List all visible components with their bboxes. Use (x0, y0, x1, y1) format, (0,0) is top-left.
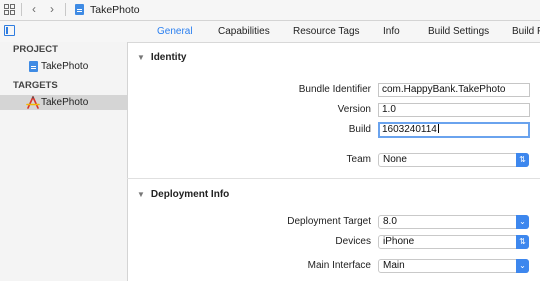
target-item-label: TakePhoto (41, 97, 89, 108)
devices-popup[interactable]: iPhone ⇅ (378, 235, 529, 249)
identity-header-label: Identity (150, 52, 187, 63)
back-arrow-icon[interactable]: ‹ (28, 3, 40, 16)
team-popup[interactable]: None ⇅ (378, 153, 529, 167)
build-field[interactable]: 1603240114 (378, 122, 530, 138)
build-field-value: 1603240114 (382, 124, 437, 135)
bundle-identifier-field[interactable]: com.HappyBank.TakePhoto (378, 83, 530, 97)
project-section-header: PROJECT (13, 44, 58, 55)
bundle-identifier-label: Bundle Identifier (298, 84, 371, 95)
project-navigator: PROJECT TakePhoto TARGETS TakePhoto (0, 42, 128, 281)
main-interface-value: Main (383, 260, 405, 271)
chevron-down-icon[interactable]: ⌄ (516, 259, 529, 273)
build-label: Build (348, 124, 371, 135)
app-target-icon (26, 96, 40, 109)
disclosure-triangle-icon[interactable]: ▼ (137, 52, 145, 64)
target-item[interactable]: TakePhoto (0, 95, 127, 110)
team-label: Team (346, 154, 371, 165)
jump-bar-divider (21, 3, 22, 16)
devices-popup-value: iPhone (383, 236, 415, 247)
deployment-target-label: Deployment Target (287, 216, 371, 227)
project-item-label: TakePhoto (41, 61, 89, 72)
project-file-icon (29, 61, 38, 72)
sidebar-toggle-icon[interactable] (4, 25, 15, 36)
main-interface-combobox[interactable]: Main ⌄ (378, 259, 529, 273)
text-caret (437, 124, 439, 133)
project-file-icon (75, 4, 85, 16)
version-label: Version (337, 104, 371, 115)
editor-tab-bar: General Capabilities Resource Tags Info … (0, 21, 540, 43)
deployment-info-header-label: Deployment Info (150, 189, 230, 200)
disclosure-triangle-icon[interactable]: ▼ (137, 189, 145, 201)
project-item[interactable]: TakePhoto (0, 59, 127, 74)
tab-info[interactable]: Info (383, 26, 400, 38)
tab-build-settings[interactable]: Build Settings (428, 26, 489, 38)
updown-chevron-icon[interactable]: ⇅ (516, 153, 529, 167)
main-interface-label: Main Interface (307, 260, 371, 271)
jump-bar: ‹ › TakePhoto (0, 0, 540, 21)
forward-arrow-icon[interactable]: › (46, 3, 58, 16)
tab-build-phases[interactable]: Build F (512, 26, 540, 38)
tab-general[interactable]: General (157, 26, 193, 38)
related-items-grid-icon[interactable] (4, 4, 15, 15)
devices-label: Devices (335, 236, 371, 247)
tab-capabilities[interactable]: Capabilities (218, 26, 270, 38)
deployment-target-value: 8.0 (383, 216, 397, 227)
jump-bar-divider (65, 3, 66, 16)
identity-section-header[interactable]: ▼ Identity (137, 52, 186, 64)
jump-bar-title[interactable]: TakePhoto (90, 4, 140, 16)
updown-chevron-icon[interactable]: ⇅ (516, 235, 529, 249)
version-field[interactable]: 1.0 (378, 103, 530, 117)
targets-section-header: TARGETS (13, 80, 58, 91)
deployment-info-section-header[interactable]: ▼ Deployment Info (137, 189, 229, 201)
deployment-target-combobox[interactable]: 8.0 ⌄ (378, 215, 529, 229)
team-popup-value: None (383, 154, 407, 165)
chevron-down-icon[interactable]: ⌄ (516, 215, 529, 229)
tab-resource-tags[interactable]: Resource Tags (293, 26, 360, 38)
section-divider (127, 178, 540, 179)
